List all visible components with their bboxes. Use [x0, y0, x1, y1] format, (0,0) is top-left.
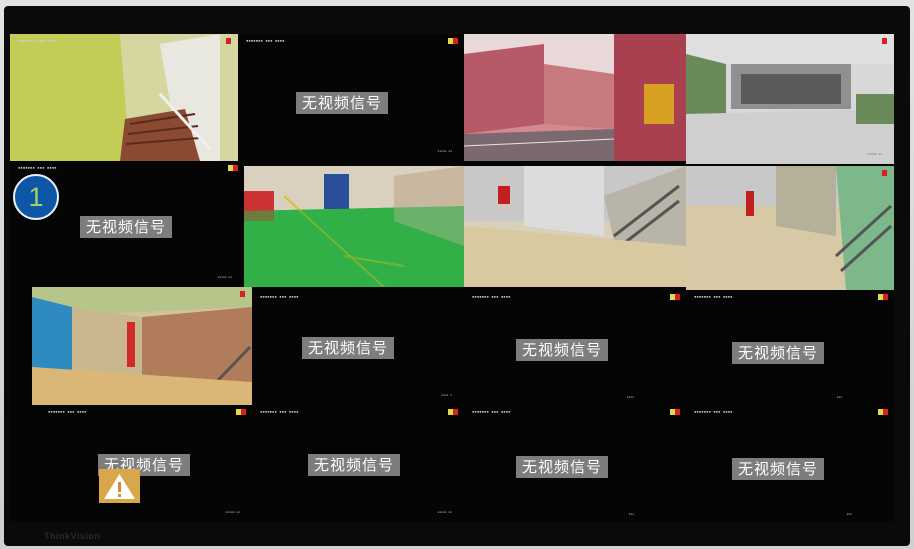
camera-tile-16[interactable]: ▪▪▪▪▪▪▪ ▪▪▪ ▪▪▪▪ 无视频信号 ▪▪▪: [686, 405, 894, 522]
camera-feed-6: [244, 166, 464, 287]
camera-feed-3: [464, 34, 686, 161]
osd-timestamp: ▪▪▪▪▪▪▪ ▪▪▪ ▪▪▪▪: [472, 294, 511, 299]
no-signal-label: 无视频信号: [308, 454, 401, 476]
channel-stamp: ▪▪▪▪▪ ▪▪: [437, 510, 452, 514]
osd-timestamp: ▪▪▪▪▪▪▪ ▪▪▪ ▪▪▪▪: [48, 409, 87, 414]
camera-tile-7[interactable]: [464, 166, 686, 287]
camera-tile-6[interactable]: [244, 166, 464, 287]
record-indicator-icon: [228, 165, 238, 171]
camera-tile-11[interactable]: ▪▪▪▪▪▪▪ ▪▪▪ ▪▪▪▪ 无视频信号 ▪▪▪▪: [464, 290, 686, 405]
no-signal-label: 无视频信号: [296, 92, 389, 114]
camera-tile-8[interactable]: [686, 166, 894, 290]
channel-stamp: ▪▪▪: [628, 512, 634, 516]
camera-tile-2[interactable]: ▪▪▪▪▪▪▪ ▪▪▪ ▪▪▪▪ 无视频信号 ▪▪▪▪▪ ▪▪: [238, 34, 464, 161]
warning-triangle-icon: [104, 474, 135, 499]
camera-tile-9[interactable]: [32, 287, 252, 405]
record-indicator-icon: [878, 170, 888, 176]
camera-tile-3[interactable]: [464, 34, 686, 161]
camera-feed-1: [10, 34, 238, 161]
channel-stamp: ▪▪▪▪ ▪: [441, 393, 452, 397]
channel-stamp: ▪▪▪: [836, 395, 842, 399]
camera-feed-9: [32, 287, 252, 405]
osd-timestamp: ▪▪▪▪▪▪▪ ▪▪▪ ▪▪▪▪: [260, 409, 299, 414]
osd-timestamp: ▪▪▪▪▪▪▪ ▪▪▪ ▪▪▪▪: [246, 38, 285, 43]
camera-tile-10[interactable]: ▪▪▪▪▪▪▪ ▪▪▪ ▪▪▪▪ 无视频信号 ▪▪▪▪ ▪: [252, 290, 464, 405]
record-indicator-icon: [878, 409, 888, 415]
channel-stamp: ▪▪▪▪▪ ▪▪: [867, 152, 882, 156]
record-indicator-icon: [670, 409, 680, 415]
osd-timestamp: ▪▪▪▪▪▪▪ ▪▪▪ ▪▪▪▪: [18, 38, 57, 43]
osd-timestamp: ▪▪▪▪▪▪▪ ▪▪▪ ▪▪▪▪: [694, 294, 733, 299]
no-signal-label: 无视频信号: [732, 342, 825, 364]
warning-icon[interactable]: [99, 469, 140, 503]
video-wall: ▪▪▪▪▪▪▪ ▪▪▪ ▪▪▪▪ ▪▪▪▪▪▪▪ ▪▪▪ ▪▪▪▪ 无视频信号 …: [10, 34, 894, 522]
channel-stamp: ▪▪▪▪: [626, 395, 634, 399]
record-indicator-icon: [236, 291, 246, 297]
record-indicator-icon: [670, 294, 680, 300]
camera-tile-12[interactable]: ▪▪▪▪▪▪▪ ▪▪▪ ▪▪▪▪ 无视频信号 ▪▪▪: [686, 290, 894, 405]
record-indicator-icon: [448, 409, 458, 415]
selected-camera-badge[interactable]: 1: [13, 174, 59, 220]
osd-timestamp: ▪▪▪▪▪▪▪ ▪▪▪ ▪▪▪▪: [694, 409, 733, 414]
badge-number: 1: [28, 182, 44, 212]
no-signal-label: 无视频信号: [302, 337, 395, 359]
record-indicator-icon: [878, 294, 888, 300]
no-signal-label: 无视频信号: [516, 456, 609, 478]
no-signal-label: 无视频信号: [516, 339, 609, 361]
camera-feed-8: [686, 166, 894, 290]
channel-stamp: ▪▪▪: [846, 512, 852, 516]
no-signal-label: 无视频信号: [732, 458, 825, 480]
photo-stage: ▪▪▪▪▪▪▪ ▪▪▪ ▪▪▪▪ ▪▪▪▪▪▪▪ ▪▪▪ ▪▪▪▪ 无视频信号 …: [0, 0, 914, 549]
channel-stamp: ▪▪▪▪▪ ▪▪: [437, 149, 452, 153]
camera-feed-7: [464, 166, 686, 287]
channel-stamp: ▪▪▪▪▪ ▪▪: [217, 275, 232, 279]
record-indicator-icon: [878, 38, 888, 44]
osd-timestamp: ▪▪▪▪▪▪▪ ▪▪▪ ▪▪▪▪: [18, 165, 57, 170]
record-indicator-icon: [222, 38, 232, 44]
osd-timestamp: ▪▪▪▪▪▪▪ ▪▪▪ ▪▪▪▪: [260, 294, 299, 299]
osd-timestamp: ▪▪▪▪▪▪▪ ▪▪▪ ▪▪▪▪: [472, 409, 511, 414]
camera-tile-1[interactable]: ▪▪▪▪▪▪▪ ▪▪▪ ▪▪▪▪: [10, 34, 238, 161]
camera-tile-15[interactable]: ▪▪▪▪▪▪▪ ▪▪▪ ▪▪▪▪ 无视频信号 ▪▪▪: [464, 405, 686, 522]
camera-feed-4: [686, 34, 894, 164]
channel-stamp: ▪▪▪▪▪ ▪▪: [225, 510, 240, 514]
no-signal-label: 无视频信号: [80, 216, 173, 238]
record-indicator-icon: [236, 409, 246, 415]
monitor-brand-logo: ThinkVision: [44, 531, 101, 541]
camera-tile-13[interactable]: ▪▪▪▪▪▪▪ ▪▪▪ ▪▪▪▪ 无视频信号 ▪▪▪▪▪ ▪▪: [40, 405, 252, 522]
camera-tile-4[interactable]: ▪▪▪▪▪ ▪▪: [686, 34, 894, 164]
camera-tile-14[interactable]: ▪▪▪▪▪▪▪ ▪▪▪ ▪▪▪▪ 无视频信号 ▪▪▪▪▪ ▪▪: [252, 405, 464, 522]
record-indicator-icon: [448, 38, 458, 44]
